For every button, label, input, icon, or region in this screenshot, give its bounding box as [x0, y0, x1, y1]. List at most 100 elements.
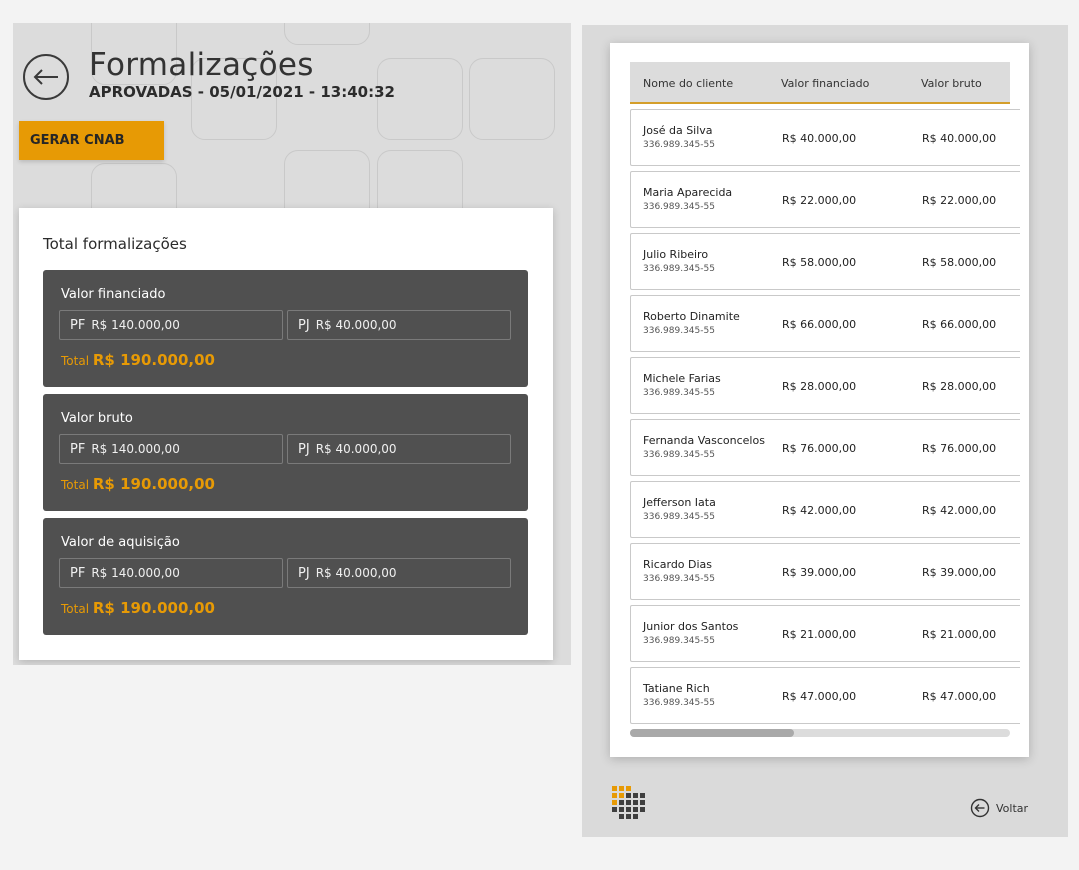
valor-bruto-cell: R$ 66.000,00: [922, 318, 997, 331]
pj-value: R$ 40.000,00: [315, 566, 397, 580]
column-header-valor-bruto: Valor bruto: [921, 77, 982, 90]
valor-financiado-cell: R$ 58.000,00: [782, 256, 857, 269]
client-name: Julio Ribeiro: [643, 248, 709, 261]
arrow-left-icon: [33, 69, 58, 85]
column-header-valor-financiado: Valor financiado: [781, 77, 870, 90]
client-name: Junior dos Santos: [643, 620, 739, 633]
table-row[interactable]: Julio Ribeiro 336.989.345-55 R$ 58.000,00 R…: [630, 233, 1020, 290]
valor-financiado-cell: R$ 47.000,00: [782, 690, 857, 703]
total-value: R$ 190.000,00: [92, 351, 215, 369]
block-label: Valor financiado: [61, 287, 166, 302]
client-document: 336.989.345-55: [643, 326, 715, 336]
client-name: Roberto Dinamite: [643, 310, 740, 323]
pf-field: PF R$ 140.000,00: [59, 434, 283, 464]
horizontal-scrollbar[interactable]: [630, 729, 1010, 737]
arrow-left-circle-icon: [970, 798, 990, 818]
valor-bruto-block: Valor bruto PF R$ 140.000,00 PJ R$ 40.000,…: [43, 394, 528, 511]
decorative-tile: [284, 23, 370, 45]
total-value: R$ 190.000,00: [92, 475, 215, 493]
table-row[interactable]: José da Silva 336.989.345-55 R$ 40.000,00 R…: [630, 109, 1020, 166]
table-row[interactable]: Fernanda Vasconcelos 336.989.345-55 R$ 76.…: [630, 419, 1020, 476]
pf-prefix: PF: [70, 317, 86, 333]
client-name: José da Silva: [643, 124, 713, 137]
voltar-button[interactable]: Voltar: [970, 798, 1028, 818]
pj-field: PJ R$ 40.000,00: [287, 558, 511, 588]
valor-financiado-cell: R$ 39.000,00: [782, 566, 857, 579]
client-name: Michele Farias: [643, 372, 721, 385]
total-prefix: Total: [61, 602, 90, 616]
total-prefix: Total: [61, 478, 90, 492]
client-document: 336.989.345-55: [643, 140, 715, 150]
client-document: 336.989.345-55: [643, 512, 715, 522]
block-total: Total R$ 190.000,00: [61, 599, 215, 617]
pj-field: PJ R$ 40.000,00: [287, 310, 511, 340]
decorative-tile: [469, 58, 555, 140]
valor-aquisicao-block: Valor de aquisição PF R$ 140.000,00 PJ R$ …: [43, 518, 528, 635]
valor-bruto-cell: R$ 47.000,00: [922, 690, 997, 703]
pj-value: R$ 40.000,00: [315, 318, 397, 332]
voltar-label: Voltar: [996, 801, 1029, 815]
client-name: Fernanda Vasconcelos: [643, 434, 765, 447]
valor-financiado-cell: R$ 21.000,00: [782, 628, 857, 641]
pj-prefix: PJ: [298, 565, 310, 581]
valor-financiado-cell: R$ 66.000,00: [782, 318, 857, 331]
client-name: Tatiane Rich: [643, 682, 710, 695]
total-value: R$ 190.000,00: [92, 599, 215, 617]
pf-field: PF R$ 140.000,00: [59, 558, 283, 588]
table-row[interactable]: Michele Farias 336.989.345-55 R$ 28.000,00…: [630, 357, 1020, 414]
table-body: José da Silva 336.989.345-55 R$ 40.000,00 R…: [630, 109, 1020, 729]
pf-value: R$ 140.000,00: [91, 318, 180, 332]
column-header-nome: Nome do cliente: [643, 77, 734, 90]
valor-bruto-cell: R$ 28.000,00: [922, 380, 997, 393]
gerar-cnab-button[interactable]: GERAR CNAB: [19, 121, 164, 160]
valor-bruto-cell: R$ 39.000,00: [922, 566, 997, 579]
total-prefix: Total: [61, 354, 90, 368]
valor-bruto-cell: R$ 21.000,00: [922, 628, 997, 641]
pf-value: R$ 140.000,00: [91, 442, 180, 456]
block-total: Total R$ 190.000,00: [61, 351, 215, 369]
table-row[interactable]: Jefferson Iata 336.989.345-55 R$ 42.000,00…: [630, 481, 1020, 538]
valor-bruto-cell: R$ 58.000,00: [922, 256, 997, 269]
client-name: Jefferson Iata: [643, 496, 716, 509]
page-title: Formalizações: [89, 47, 314, 83]
clients-table-card: Nome do cliente Valor financiado Valor b…: [610, 43, 1029, 757]
table-row[interactable]: Tatiane Rich 336.989.345-55 R$ 47.000,00 R$…: [630, 667, 1020, 724]
valor-financiado-cell: R$ 22.000,00: [782, 194, 857, 207]
summary-title: Total formalizações: [43, 235, 187, 253]
back-button[interactable]: [23, 54, 69, 100]
valor-financiado-cell: R$ 28.000,00: [782, 380, 857, 393]
valor-bruto-cell: R$ 40.000,00: [922, 132, 997, 145]
pf-prefix: PF: [70, 441, 86, 457]
table-row[interactable]: Roberto Dinamite 336.989.345-55 R$ 66.000,…: [630, 295, 1020, 352]
block-total: Total R$ 190.000,00: [61, 475, 215, 493]
client-name: Maria Aparecida: [643, 186, 733, 199]
table-row[interactable]: Junior dos Santos 336.989.345-55 R$ 21.000…: [630, 605, 1020, 662]
grid-logo-icon: [612, 786, 648, 830]
scrollbar-thumb[interactable]: [630, 729, 794, 737]
table-row[interactable]: Ricardo Dias 336.989.345-55 R$ 39.000,00 R$…: [630, 543, 1020, 600]
total-formalizacoes-card: Total formalizações Valor financiado PF R…: [19, 208, 553, 660]
client-document: 336.989.345-55: [643, 636, 715, 646]
valor-bruto-cell: R$ 22.000,00: [922, 194, 997, 207]
valor-financiado-cell: R$ 42.000,00: [782, 504, 857, 517]
valor-bruto-cell: R$ 76.000,00: [922, 442, 997, 455]
valor-financiado-cell: R$ 76.000,00: [782, 442, 857, 455]
pj-field: PJ R$ 40.000,00: [287, 434, 511, 464]
client-document: 336.989.345-55: [643, 202, 715, 212]
valor-bruto-cell: R$ 42.000,00: [922, 504, 997, 517]
client-document: 336.989.345-55: [643, 698, 715, 708]
client-document: 336.989.345-55: [643, 450, 715, 460]
pj-prefix: PJ: [298, 317, 310, 333]
client-document: 336.989.345-55: [643, 388, 715, 398]
table-row[interactable]: Maria Aparecida 336.989.345-55 R$ 22.000,0…: [630, 171, 1020, 228]
formalizacoes-summary-panel: Formalizações APROVADAS - 05/01/2021 - 1…: [13, 23, 571, 665]
clients-table-panel: Nome do cliente Valor financiado Valor b…: [582, 25, 1068, 837]
client-document: 336.989.345-55: [643, 264, 715, 274]
client-document: 336.989.345-55: [643, 574, 715, 584]
client-name: Ricardo Dias: [643, 558, 713, 571]
pf-field: PF R$ 140.000,00: [59, 310, 283, 340]
pj-prefix: PJ: [298, 441, 310, 457]
valor-financiado-cell: R$ 40.000,00: [782, 132, 857, 145]
valor-financiado-block: Valor financiado PF R$ 140.000,00 PJ R$ 40…: [43, 270, 528, 387]
table-header: Nome do cliente Valor financiado Valor b…: [630, 62, 1010, 104]
